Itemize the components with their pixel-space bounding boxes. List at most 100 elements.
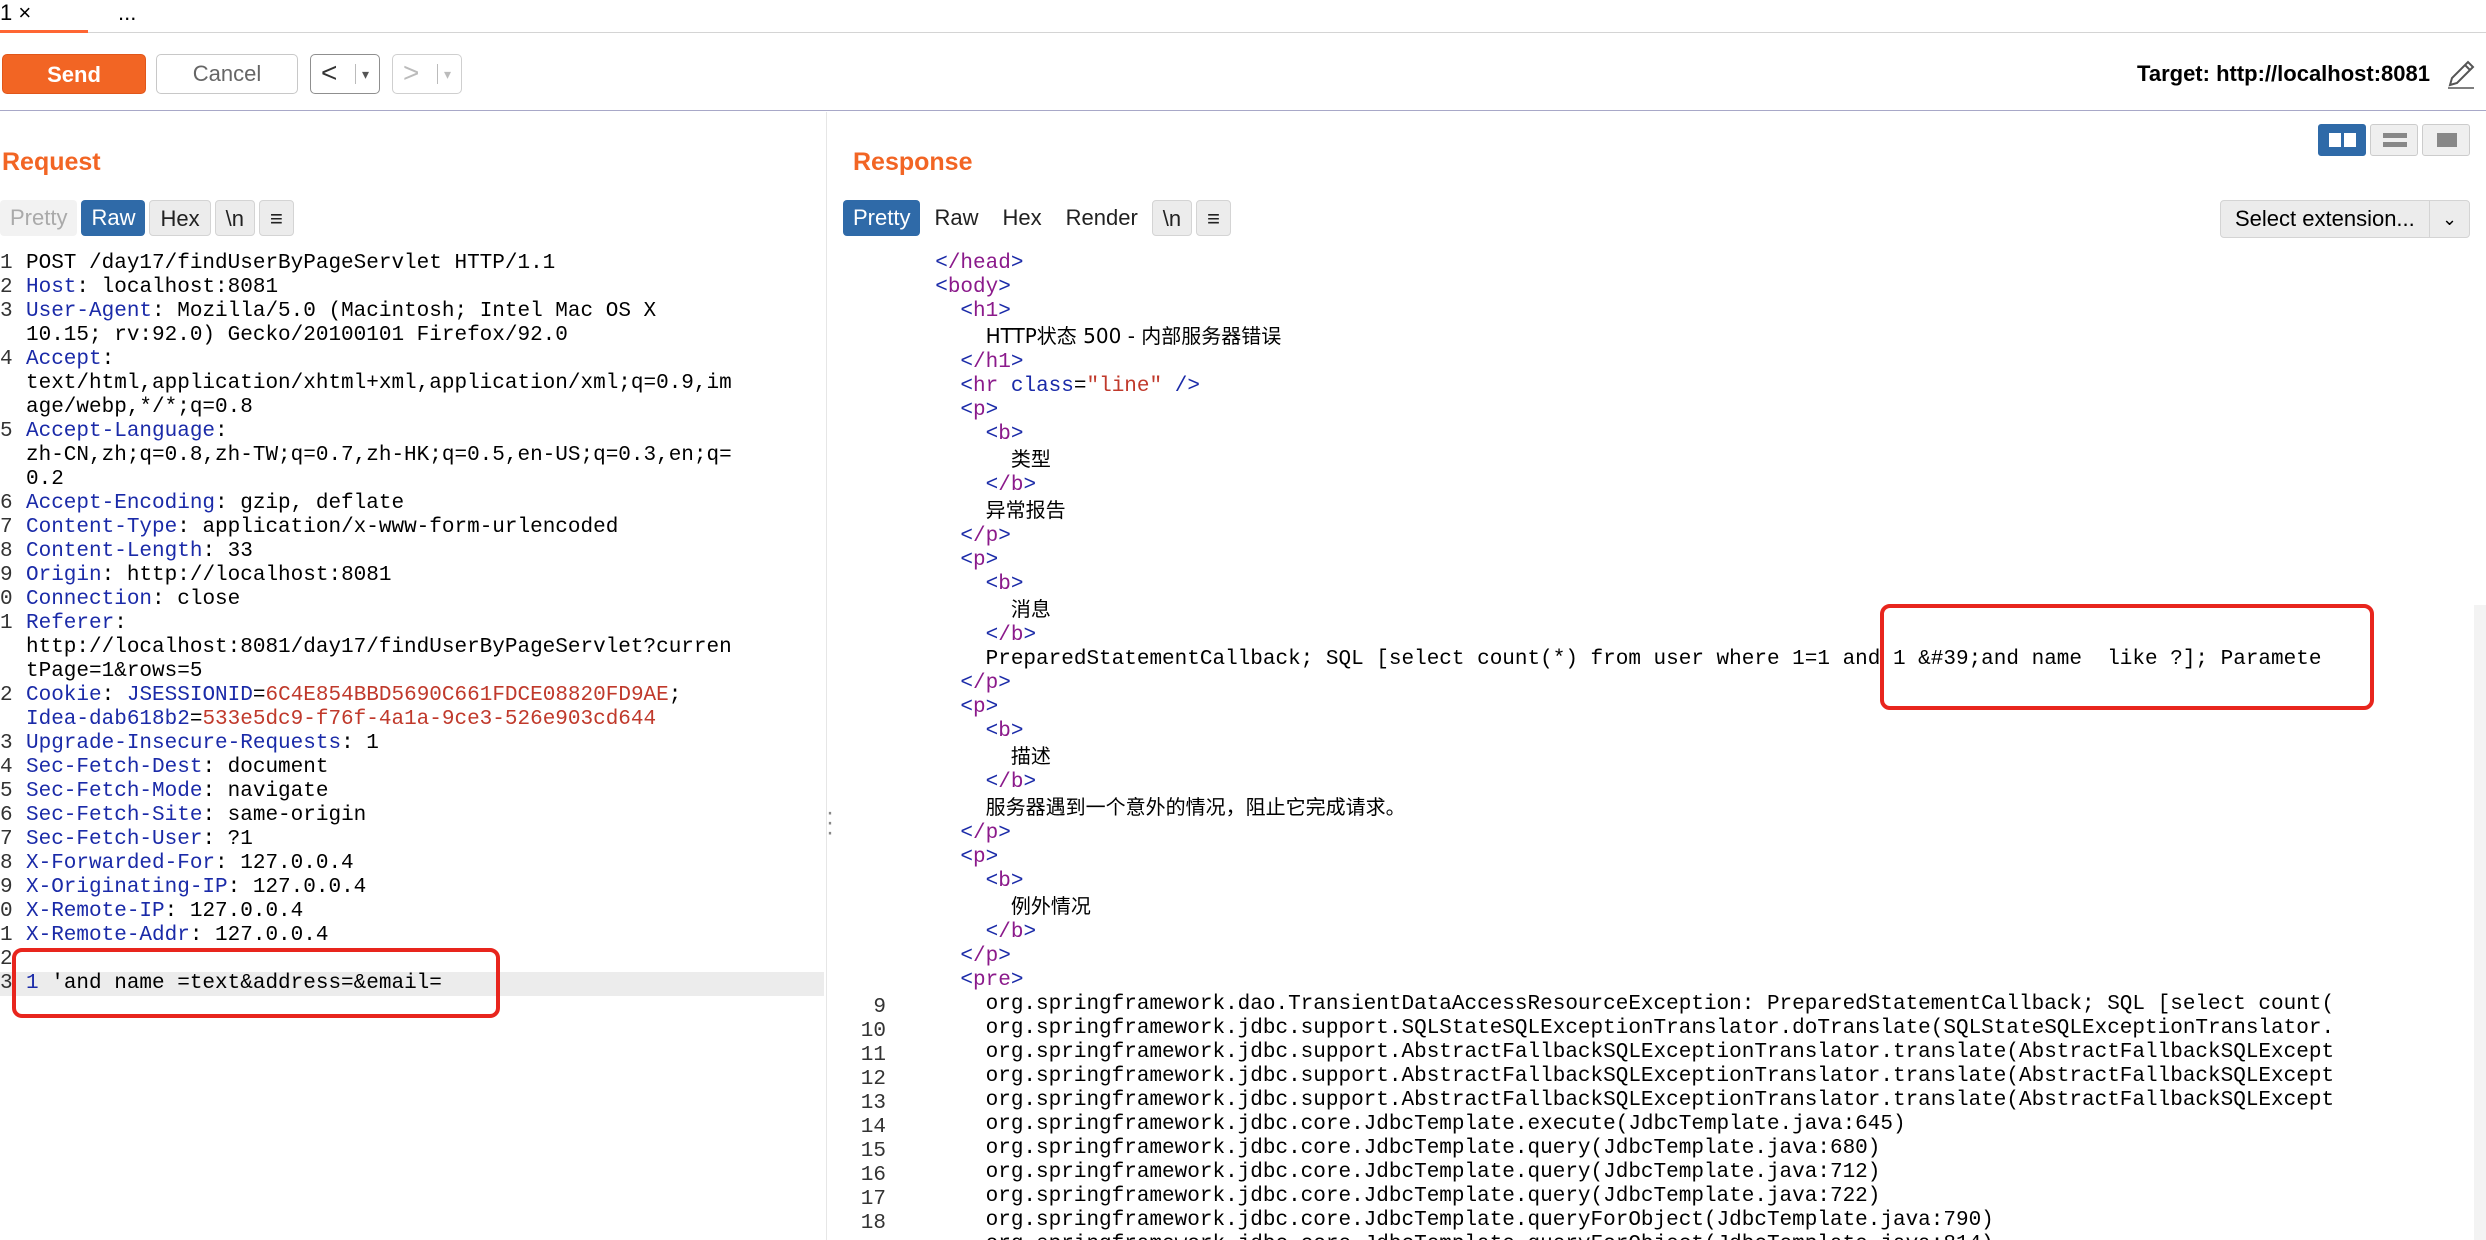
cookie-value: 533e5dc9-f76f-4a1a-9ce3-526e903cd644 <box>202 708 657 731</box>
tag-name: /b <box>998 771 1024 794</box>
response-line: 描述 <box>910 744 2334 771</box>
attr-name: class <box>1010 375 1074 398</box>
request-line: 1 X-Remote-Addr: 127.0.0.4 <box>0 924 826 948</box>
back-button[interactable]: < ▾ <box>310 54 380 94</box>
tag-name: /p <box>973 525 999 548</box>
response-line-numbers: 9 10 11 12 13 14 15 16 17 18 <box>850 252 886 1236</box>
request-tab-pretty[interactable]: Pretty <box>0 200 78 236</box>
layout-tabs-icon[interactable] <box>2422 124 2470 156</box>
tag-name: /p <box>973 822 999 845</box>
tag-bracket: > <box>1010 252 1024 275</box>
response-line-number: 16 <box>860 1164 886 1187</box>
pencil-icon[interactable] <box>2444 57 2478 91</box>
line-number: 5 <box>0 420 13 443</box>
response-text: org.springframework.jdbc.support.Abstrac… <box>985 1041 2335 1064</box>
request-line: 0 X-Remote-IP: 127.0.0.4 <box>0 900 826 924</box>
cancel-button[interactable]: Cancel <box>156 54 298 94</box>
request-line: 3 Upgrade-Insecure-Requests: 1 <box>0 732 826 756</box>
line-number: 6 <box>0 492 13 515</box>
layout-side-by-side-icon[interactable] <box>2318 124 2366 156</box>
tag-name: b <box>998 423 1011 446</box>
request-line: tPage=1&rows=5 <box>0 660 826 684</box>
header-value: 0.2 <box>26 468 64 491</box>
response-tab-raw[interactable]: Raw <box>924 200 988 236</box>
tag-bracket: > <box>998 945 1011 968</box>
request-line: 1 POST /day17/findUserByPageServlet HTTP/… <box>0 252 826 276</box>
header-name: Accept-Encoding <box>26 492 216 515</box>
response-line-number <box>850 804 886 828</box>
drag-handle-icon[interactable]: · · · <box>826 801 834 845</box>
response-line: 类型 <box>910 447 2334 474</box>
request-panel-title: Request <box>2 148 101 176</box>
tag-bracket: > <box>998 300 1011 323</box>
request-tab-raw[interactable]: Raw <box>81 200 146 236</box>
request-line: 4 Accept: <box>0 348 826 372</box>
response-toggle-newline[interactable]: \n <box>1151 200 1193 236</box>
response-line-number <box>850 828 886 852</box>
response-line: <h1> <box>910 300 2334 324</box>
response-line: org.springframework.dao.TransientDataAcc… <box>910 993 2334 1017</box>
request-menu-icon[interactable]: ≡ <box>258 200 294 236</box>
tag-bracket: < <box>935 252 948 275</box>
header-value: POST /day17/findUserByPageServlet HTTP/1… <box>26 252 556 275</box>
response-line-number <box>850 612 886 636</box>
header-colon: : <box>215 492 228 515</box>
request-line: 6 Accept-Encoding: gzip, deflate <box>0 492 826 516</box>
header-value: zh-CN,zh;q=0.8,zh-TW;q=0.7,zh-HK;q=0.5,e… <box>26 444 732 467</box>
response-line-number: 13 <box>860 1092 886 1115</box>
header-value: 127.0.0.4 <box>240 876 367 899</box>
line-number: 7 <box>0 516 13 539</box>
header-colon: : <box>76 276 90 299</box>
chevron-right-icon: > <box>403 57 420 88</box>
tag-bracket: > <box>998 672 1011 695</box>
response-line: org.springframework.jdbc.core.JdbcTempla… <box>910 1185 2334 1209</box>
cookie-name: JSESSIONID <box>126 684 253 707</box>
line-number: 1 <box>0 924 13 947</box>
dropdown-arrow-icon[interactable]: ▾ <box>437 64 451 84</box>
header-name: Connection <box>26 588 153 611</box>
header-colon: : <box>189 924 203 947</box>
response-scrollbar[interactable] <box>2474 605 2486 1240</box>
response-text: org.springframework.jdbc.core.JdbcTempla… <box>985 1185 1881 1208</box>
line-number: 9 <box>0 564 13 587</box>
attr-eq: = <box>1073 375 1087 398</box>
layout-stacked-icon[interactable] <box>2370 124 2418 156</box>
chevron-down-icon: ⌄ <box>2429 201 2469 237</box>
response-line-number <box>850 780 886 804</box>
tag-bracket: < <box>960 375 974 398</box>
forward-button[interactable]: > ▾ <box>392 54 462 94</box>
response-tab-hex[interactable]: Hex <box>992 200 1051 236</box>
response-tab-pretty[interactable]: Pretty <box>843 200 921 236</box>
response-line: </p> <box>910 945 2334 969</box>
response-lines: </head> <body> <h1> HTTP状态 500 - 内部服务器错误… <box>910 252 2334 1240</box>
tag-bracket: > <box>1023 474 1037 497</box>
tab-1[interactable]: 1 × <box>0 0 88 33</box>
response-line: <p> <box>910 399 2334 423</box>
request-editor[interactable]: 1 POST /day17/findUserByPageServlet HTTP/… <box>0 252 826 1240</box>
request-tab-hex[interactable]: Hex <box>149 200 211 236</box>
panel-divider[interactable] <box>826 112 827 1240</box>
tag-bracket: < <box>985 573 999 596</box>
send-button[interactable]: Send <box>2 54 146 94</box>
tag-bracket: > <box>1010 969 1024 992</box>
header-name: Content-Length <box>26 540 203 563</box>
response-text: org.springframework.jdbc.core.JdbcTempla… <box>985 1161 1881 1184</box>
response-editor[interactable]: 9 10 11 12 13 14 15 16 17 18 </head> <body> <h1> … <box>850 252 2468 1240</box>
cookie-separator: ; <box>668 684 682 707</box>
header-value: 1 <box>353 732 379 755</box>
response-line-number <box>850 468 886 492</box>
response-line-number <box>850 492 886 516</box>
tab-more[interactable]: ... <box>118 0 136 33</box>
header-colon: : <box>341 732 354 755</box>
response-menu-icon[interactable]: ≡ <box>1196 200 1231 236</box>
tag-bracket: < <box>960 399 974 422</box>
tag-name: /b <box>998 921 1024 944</box>
header-value: application/x-www-form-urlencoded <box>189 516 619 539</box>
response-tab-render[interactable]: Render <box>1056 200 1148 236</box>
cookie-name: Idea-dab618b2 <box>26 708 190 731</box>
dropdown-arrow-icon[interactable]: ▾ <box>355 64 369 84</box>
select-extension-dropdown[interactable]: Select extension... ⌄ <box>2220 200 2470 238</box>
header-value: 127.0.0.4 <box>202 924 329 947</box>
request-toggle-newline[interactable]: \n <box>214 200 255 236</box>
tag-bracket: < <box>960 969 974 992</box>
